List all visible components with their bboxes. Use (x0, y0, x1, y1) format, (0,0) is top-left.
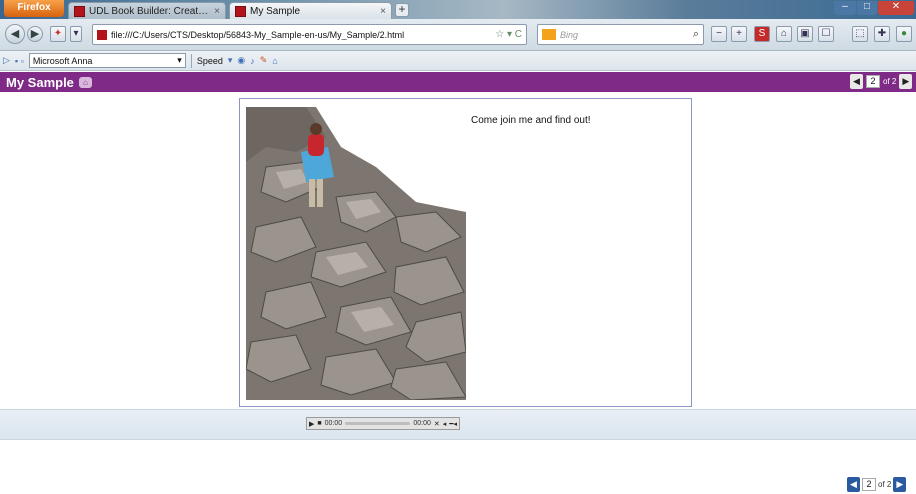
url-text: file:///C:/Users/CTS/Desktop/56843-My_Sa… (111, 29, 405, 40)
home-icon[interactable]: ⌂ (776, 26, 792, 42)
speed-chevron-icon[interactable]: ▾ (228, 55, 233, 66)
page-number-input[interactable]: 2 (866, 75, 880, 88)
screen-icon[interactable]: ▣ (797, 26, 813, 42)
back-arrow-icon[interactable]: ◀ (5, 24, 25, 44)
page-number-input[interactable]: 2 (862, 478, 876, 491)
previous-page-icon[interactable]: ◀ (850, 74, 863, 89)
duration-time: 00:00 (413, 420, 431, 427)
navigation-toolbar: ◀ ▶ ✦ ▾ file:///C:/Users/CTS/Desktop/568… (0, 19, 916, 51)
page-of-label: of 2 (878, 480, 892, 489)
search-input[interactable]: Bing (560, 30, 689, 40)
voice-select-value: Microsoft Anna (32, 55, 93, 66)
tab-title: My Sample (250, 5, 301, 17)
next-page-icon[interactable]: ▶ (899, 74, 913, 89)
tab-close-icon[interactable]: × (214, 6, 220, 17)
hiker-photo (246, 107, 466, 400)
page-caption: Come join me and find out! (471, 115, 591, 126)
speaker-icon[interactable]: ◉ (237, 55, 245, 66)
forward-arrow-icon[interactable]: ▶ (27, 26, 43, 42)
book-header: My Sample ⌂ ◀ 2 of 2 ▶ (0, 72, 916, 92)
seek-slider[interactable] (345, 422, 411, 425)
volume-icon[interactable]: ◂ (443, 420, 447, 428)
book-page: Come join me and find out! (239, 98, 692, 407)
highlight-pen-icon[interactable]: ✎ (260, 55, 268, 66)
bookmark-star-icon[interactable]: ☆ ▾ C (495, 29, 522, 40)
toolbar-divider (190, 53, 192, 68)
puzzle-icon[interactable]: ✚ (874, 26, 890, 42)
pause-speech-icon[interactable]: ▪ ▫ (15, 56, 24, 66)
bing-logo-icon (542, 29, 556, 40)
addon-icon[interactable]: ✦ (50, 26, 66, 42)
zoom-out-icon[interactable]: − (711, 26, 727, 42)
music-note-icon[interactable]: ♪ (250, 56, 255, 66)
tab-udl-book-builder[interactable]: UDL Book Builder: Create, Save, Edit ...… (68, 2, 226, 19)
elapsed-time: 00:00 (324, 420, 343, 427)
firefox-menu-button[interactable]: Firefox (4, 0, 64, 17)
zoom-in-icon[interactable]: + (731, 26, 747, 42)
page-favicon-icon (97, 29, 107, 40)
audio-player: ▶ ■ 00:00 00:00 ✕ ◂ ━◂ (306, 417, 460, 430)
tab-my-sample[interactable]: My Sample × (229, 2, 392, 19)
previous-page-icon[interactable]: ◀ (847, 477, 860, 492)
green-addon-icon[interactable]: ● (896, 26, 912, 42)
url-bar[interactable]: file:///C:/Users/CTS/Desktop/56843-My_Sa… (92, 24, 527, 45)
volume-slider[interactable]: ━◂ (449, 420, 457, 428)
speech-toolbar: ▷ ▪ ▫ Microsoft Anna ▾ Speed ▾ ◉ ♪ ✎ ⌂ (0, 51, 916, 71)
bottom-pager: ◀ 2 of 2 ▶ (847, 477, 907, 492)
extension-icon[interactable]: ⬚ (852, 26, 868, 42)
maximize-icon[interactable]: □ (857, 1, 877, 15)
close-window-icon[interactable]: ✕ (878, 1, 914, 15)
tab-close-icon[interactable]: × (380, 6, 386, 17)
s-extension-icon[interactable]: S (754, 26, 770, 42)
voice-select[interactable]: Microsoft Anna ▾ (28, 53, 186, 68)
minimize-icon[interactable]: – (834, 1, 856, 15)
stop-icon[interactable]: ■ (317, 420, 321, 427)
play-icon[interactable]: ▶ (309, 420, 314, 428)
dropdown-chevron-icon[interactable]: ▾ (70, 26, 82, 42)
mute-icon[interactable]: ✕ (434, 420, 440, 428)
page-of-label: of 2 (883, 77, 897, 86)
udl-favicon-icon (235, 5, 246, 17)
book-title: My Sample (6, 74, 74, 90)
speed-button[interactable]: Speed (197, 56, 223, 66)
home-speech-icon[interactable]: ⌂ (272, 56, 277, 66)
window-titlebar: Firefox UDL Book Builder: Create, Save, … (0, 0, 916, 19)
udl-favicon-icon (74, 5, 85, 17)
new-tab-button[interactable]: + (395, 3, 409, 17)
book-home-icon[interactable]: ⌂ (78, 76, 92, 88)
top-pager: ◀ 2 of 2 ▶ (850, 74, 913, 89)
hiker-on-rocks-image (246, 107, 466, 400)
next-page-icon[interactable]: ▶ (893, 477, 907, 492)
play-speech-icon[interactable]: ▷ (3, 55, 10, 66)
chevron-down-icon: ▾ (177, 55, 182, 65)
search-bar[interactable]: Bing ⌕ (537, 24, 704, 45)
window-icon[interactable]: ☐ (818, 26, 834, 42)
search-magnifier-icon[interactable]: ⌕ (693, 28, 699, 41)
tab-title: UDL Book Builder: Create, Save, Edit ... (89, 5, 210, 17)
